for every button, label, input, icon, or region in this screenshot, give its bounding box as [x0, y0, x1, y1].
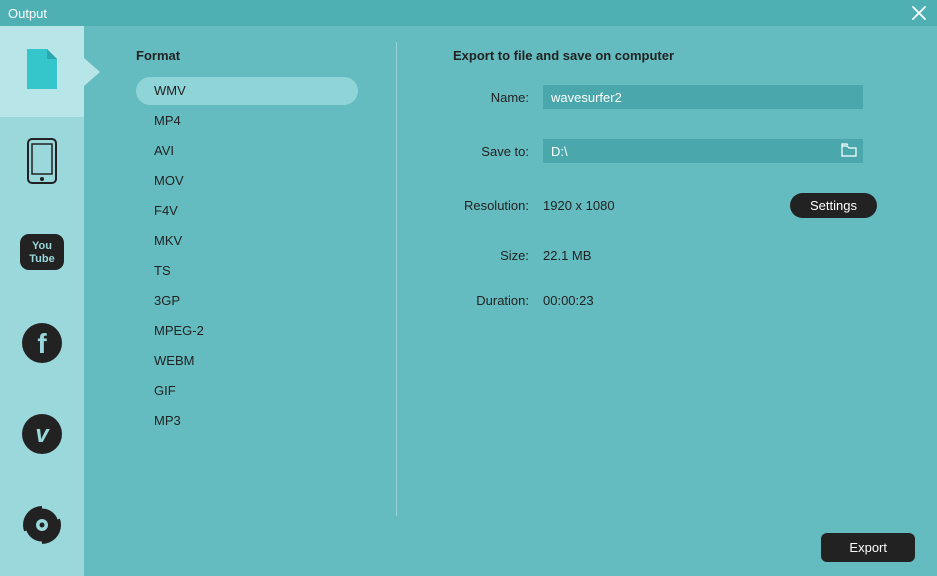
sidebar-item-facebook[interactable]: f: [0, 299, 84, 390]
svg-text:v: v: [35, 421, 50, 448]
format-item-mpeg-2[interactable]: MPEG-2: [136, 317, 358, 345]
svg-text:You: You: [32, 240, 52, 252]
sidebar-item-youtube[interactable]: YouTube: [0, 208, 84, 299]
resolution-label: Resolution:: [453, 198, 529, 213]
file-icon: [25, 49, 59, 94]
facebook-icon: f: [22, 323, 62, 366]
format-list: WMVMP4AVIMOVF4VMKVTS3GPMPEG-2WEBMGIFMP3: [136, 77, 358, 435]
sidebar-item-device[interactable]: [0, 117, 84, 208]
saveto-input[interactable]: [543, 139, 863, 163]
format-item-f4v[interactable]: F4V: [136, 197, 358, 225]
size-value: 22.1 MB: [543, 248, 591, 263]
titlebar: Output: [0, 0, 937, 26]
resolution-value: 1920 x 1080: [543, 198, 615, 213]
svg-text:f: f: [37, 328, 47, 359]
vimeo-icon: v: [22, 414, 62, 457]
size-label: Size:: [453, 248, 529, 263]
format-item-webm[interactable]: WEBM: [136, 347, 358, 375]
export-button[interactable]: Export: [821, 533, 915, 562]
format-item-mkv[interactable]: MKV: [136, 227, 358, 255]
format-column: Format WMVMP4AVIMOVF4VMKVTS3GPMPEG-2WEBM…: [84, 26, 396, 576]
device-icon: [27, 138, 57, 187]
duration-value: 00:00:23: [543, 293, 594, 308]
saveto-label: Save to:: [453, 144, 529, 159]
format-item-avi[interactable]: AVI: [136, 137, 358, 165]
svg-text:Tube: Tube: [29, 253, 54, 265]
name-input[interactable]: [543, 85, 863, 109]
format-item-mp3[interactable]: MP3: [136, 407, 358, 435]
youtube-icon: YouTube: [20, 234, 64, 273]
format-item-mov[interactable]: MOV: [136, 167, 358, 195]
name-label: Name:: [453, 90, 529, 105]
format-heading: Format: [136, 48, 358, 63]
settings-button[interactable]: Settings: [790, 193, 877, 218]
close-icon[interactable]: [909, 3, 929, 23]
export-target-sidebar: YouTube f v: [0, 26, 84, 576]
format-item-3gp[interactable]: 3GP: [136, 287, 358, 315]
sidebar-item-vimeo[interactable]: v: [0, 390, 84, 481]
export-details: Export to file and save on computer Name…: [397, 26, 937, 576]
folder-icon[interactable]: [841, 143, 857, 160]
format-item-ts[interactable]: TS: [136, 257, 358, 285]
details-heading: Export to file and save on computer: [453, 48, 877, 63]
format-item-gif[interactable]: GIF: [136, 377, 358, 405]
format-item-wmv[interactable]: WMV: [136, 77, 358, 105]
duration-label: Duration:: [453, 293, 529, 308]
disc-icon: [22, 505, 62, 548]
sidebar-item-file[interactable]: [0, 26, 84, 117]
format-item-mp4[interactable]: MP4: [136, 107, 358, 135]
sidebar-item-dvd[interactable]: [0, 481, 84, 572]
window-title: Output: [8, 6, 47, 21]
